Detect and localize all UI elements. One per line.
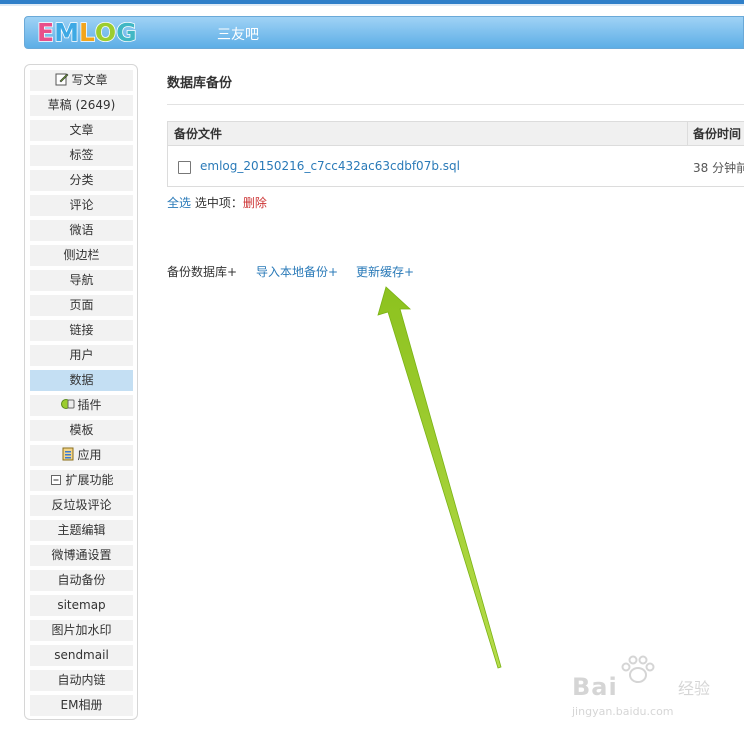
table-row: emlog_20150216_c7cc432ac63cdbf07b.sql 38…: [168, 147, 744, 187]
sidebar-item-label: 链接: [69, 323, 94, 337]
logo-letter-o: O: [94, 17, 117, 48]
page-title: 数据库备份: [167, 76, 233, 91]
sidebar-item-categories[interactable]: 分类: [30, 170, 133, 191]
plugin-icon: [61, 397, 75, 411]
row-checkbox[interactable]: [178, 161, 191, 174]
sidebar-item-label: 插件: [77, 398, 102, 412]
sidebar-item-label: 自动备份: [57, 573, 106, 587]
sidebar-item-plugins[interactable]: 插件: [30, 395, 133, 416]
app-icon: [61, 447, 75, 461]
sidebar: 写文章 草稿 (2649) 文章 标签 分类 评论 微语 侧边栏 导航 页面 链…: [24, 64, 138, 720]
sidebar-item-label: 模板: [69, 423, 94, 437]
watermark-brand: Bai: [572, 673, 618, 701]
sidebar-item-label: 文章: [69, 123, 94, 137]
sidebar-item-label: 标签: [69, 148, 94, 162]
logo-letter-m: M: [53, 17, 79, 48]
sidebar-item-label: 用户: [69, 348, 94, 362]
sidebar-item-data[interactable]: 数据: [30, 370, 133, 391]
sidebar-item-apps[interactable]: 应用: [30, 445, 133, 466]
sidebar-item-templates[interactable]: 模板: [30, 420, 133, 441]
sidebar-item-widgets[interactable]: 侧边栏: [30, 245, 133, 266]
sidebar-item-label: 页面: [69, 298, 94, 312]
baidu-watermark: Bai 经验 jingyan.baidu.com: [566, 655, 736, 725]
sidebar-item-sitemap[interactable]: sitemap: [30, 595, 133, 616]
sidebar-item-label: 扩展功能: [65, 473, 114, 487]
selected-items-label: 选中项：: [194, 196, 243, 210]
sidebar-item-weibo-settings[interactable]: 微博通设置: [30, 545, 133, 566]
annotation-arrow: [377, 286, 502, 669]
sidebar-item-articles[interactable]: 文章: [30, 120, 133, 141]
sidebar-item-users[interactable]: 用户: [30, 345, 133, 366]
delete-link[interactable]: 删除: [243, 196, 267, 210]
sidebar-item-label: 微博通设置: [51, 548, 112, 562]
sidebar-item-label: EM相册: [60, 698, 103, 712]
backup-table: 备份文件 备份时间 emlog_20150216_c7cc432ac63cdbf…: [167, 121, 744, 187]
sidebar-item-label: sitemap: [57, 598, 106, 612]
sidebar-item-label: 数据: [69, 373, 94, 387]
sidebar-item-label: 微语: [69, 223, 94, 237]
sidebar-item-label: 侧边栏: [63, 248, 100, 262]
sidebar-item-label: 写文章: [71, 73, 108, 87]
sidebar-item-tags[interactable]: 标签: [30, 145, 133, 166]
sidebar-item-links[interactable]: 链接: [30, 320, 133, 341]
sidebar-item-label: 反垃圾评论: [51, 498, 112, 512]
table-header: 备份文件 备份时间: [168, 122, 744, 146]
sidebar-item-auto-links[interactable]: 自动内链: [30, 670, 133, 691]
sidebar-item-label: 评论: [69, 198, 94, 212]
update-cache-link[interactable]: 更新缓存+: [356, 263, 414, 280]
sidebar-item-theme-editor[interactable]: 主题编辑: [30, 520, 133, 541]
sidebar-item-drafts[interactable]: 草稿 (2649): [30, 95, 133, 116]
backup-database-link[interactable]: 备份数据库+: [167, 263, 237, 280]
sidebar-item-comments[interactable]: 评论: [30, 195, 133, 216]
sidebar-item-label: 草稿 (2649): [47, 98, 116, 112]
sidebar-item-label: 导航: [69, 273, 94, 287]
select-all-link[interactable]: 全选: [167, 196, 191, 210]
paw-icon: [621, 655, 655, 683]
backup-file-link[interactable]: emlog_20150216_c7cc432ac63cdbf07b.sql: [200, 159, 460, 173]
sidebar-item-watermark[interactable]: 图片加水印: [30, 620, 133, 641]
sidebar-item-label: sendmail: [54, 648, 109, 662]
sidebar-item-antispam[interactable]: 反垃圾评论: [30, 495, 133, 516]
logo-letter-g: G: [115, 17, 137, 48]
column-header-file: 备份文件: [174, 127, 223, 141]
import-backup-link[interactable]: 导入本地备份+: [256, 263, 338, 280]
edit-icon: [55, 72, 69, 86]
top-bar-highlight: [0, 4, 744, 6]
sidebar-item-label: 分类: [69, 173, 94, 187]
backup-time: 38 分钟前: [693, 161, 744, 175]
header: E M L O G 三友吧: [24, 16, 744, 49]
selection-bar: 全选 选中项：删除: [167, 194, 267, 211]
sidebar-item-write[interactable]: 写文章: [30, 70, 133, 91]
watermark-brand-cn: 经验: [678, 679, 711, 698]
logo-letter-l: L: [78, 17, 95, 48]
logo-letter-e: E: [36, 17, 55, 48]
sidebar-item-label: 自动内链: [57, 673, 106, 687]
sidebar-item-auto-backup[interactable]: 自动备份: [30, 570, 133, 591]
sidebar-item-pages[interactable]: 页面: [30, 295, 133, 316]
sidebar-item-label: 主题编辑: [57, 523, 106, 537]
emlog-logo[interactable]: E M L O G: [36, 17, 137, 48]
sidebar-item-extensions[interactable]: 扩展功能: [30, 470, 133, 491]
watermark-url: jingyan.baidu.com: [572, 705, 674, 718]
sidebar-item-twitter[interactable]: 微语: [30, 220, 133, 241]
sidebar-item-label: 图片加水印: [51, 623, 112, 637]
collapse-icon[interactable]: [49, 472, 63, 486]
sidebar-item-sendmail[interactable]: sendmail: [30, 645, 133, 666]
column-divider: [687, 122, 688, 146]
sidebar-item-em-album[interactable]: EM相册: [30, 695, 133, 716]
site-title[interactable]: 三友吧: [217, 24, 259, 44]
sidebar-item-navigation[interactable]: 导航: [30, 270, 133, 291]
sidebar-item-label: 应用: [77, 448, 102, 462]
column-header-time: 备份时间: [693, 127, 742, 141]
title-divider: [167, 104, 744, 105]
